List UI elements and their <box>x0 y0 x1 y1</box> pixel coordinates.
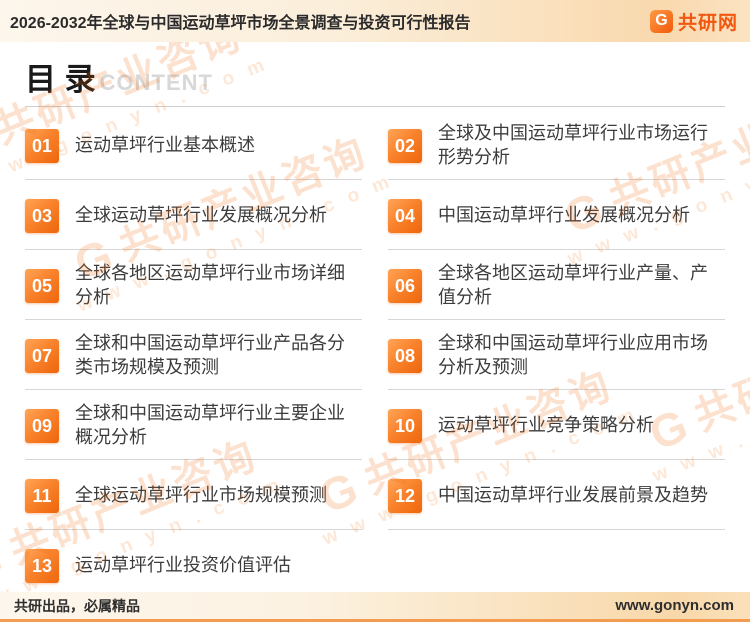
toc-item-number: 13 <box>25 549 59 583</box>
toc-item[interactable]: 11 全球运动草坪行业市场规模预测 <box>25 467 362 537</box>
report-title: 2026-2032年全球与中国运动草坪市场全景调查与投资可行性报告 <box>10 9 471 33</box>
toc-item-divider <box>388 249 725 250</box>
toc-item[interactable]: 04 中国运动草坪行业发展概况分析 <box>388 187 725 257</box>
toc-item-divider <box>25 249 362 250</box>
heading-divider <box>25 106 725 107</box>
toc-item-number: 08 <box>388 339 422 373</box>
toc-item-number: 04 <box>388 199 422 233</box>
toc-item-label: 全球运动草坪行业发展概况分析 <box>75 204 327 228</box>
toc-item-number: 11 <box>25 479 59 513</box>
toc-item-number: 06 <box>388 269 422 303</box>
toc-item-label: 中国运动草坪行业发展前景及趋势 <box>438 484 708 508</box>
toc-subtitle: CONTENT <box>100 70 213 96</box>
toc-item-divider <box>388 389 725 390</box>
toc-heading: 目 录 CONTENT <box>25 54 725 99</box>
toc-grid: 01 运动草坪行业基本概述 02 全球及中国运动草坪行业市场运行形势分析 03 … <box>25 117 725 607</box>
toc-item-divider <box>388 319 725 320</box>
toc-item-divider <box>25 529 362 530</box>
toc-item-divider <box>25 179 362 180</box>
brand-logo[interactable]: G 共研网 <box>650 8 738 35</box>
toc-item[interactable]: 02 全球及中国运动草坪行业市场运行形势分析 <box>388 117 725 187</box>
toc-item-number: 12 <box>388 479 422 513</box>
toc-item-number: 02 <box>388 129 422 163</box>
main-content: 目 录 CONTENT 01 运动草坪行业基本概述 02 全球及中国运动草坪行业… <box>0 42 750 607</box>
toc-item[interactable]: 05 全球各地区运动草坪行业市场详细分析 <box>25 257 362 327</box>
toc-item[interactable]: 01 运动草坪行业基本概述 <box>25 117 362 187</box>
toc-item-divider <box>388 179 725 180</box>
toc-item-number: 10 <box>388 409 422 443</box>
toc-item-label: 全球运动草坪行业市场规模预测 <box>75 484 327 508</box>
toc-item-label: 运动草坪行业竞争策略分析 <box>438 414 654 438</box>
toc-item[interactable]: 03 全球运动草坪行业发展概况分析 <box>25 187 362 257</box>
toc-item-number: 05 <box>25 269 59 303</box>
toc-item-label: 全球和中国运动草坪行业产品各分类市场规模及预测 <box>75 332 362 380</box>
toc-item-label: 运动草坪行业基本概述 <box>75 134 255 158</box>
footer-url[interactable]: www.gonyn.com <box>615 597 734 614</box>
toc-item-label: 全球和中国运动草坪行业应用市场分析及预测 <box>438 332 725 380</box>
toc-item-label: 全球及中国运动草坪行业市场运行形势分析 <box>438 122 725 170</box>
toc-item-label: 全球和中国运动草坪行业主要企业概况分析 <box>75 402 362 450</box>
toc-item[interactable]: 12 中国运动草坪行业发展前景及趋势 <box>388 467 725 537</box>
toc-item-label: 全球各地区运动草坪行业产量、产值分析 <box>438 262 725 310</box>
toc-item-number: 03 <box>25 199 59 233</box>
toc-item[interactable]: 07 全球和中国运动草坪行业产品各分类市场规模及预测 <box>25 327 362 397</box>
toc-item-divider <box>25 389 362 390</box>
header-bar: 2026-2032年全球与中国运动草坪市场全景调查与投资可行性报告 G 共研网 <box>0 0 750 42</box>
footer-bar: 共研出品，必属精品 www.gonyn.com <box>0 592 750 622</box>
footer-slogan: 共研出品，必属精品 <box>14 596 140 616</box>
toc-item-label: 中国运动草坪行业发展概况分析 <box>438 204 690 228</box>
brand-logo-label: 共研网 <box>678 8 738 35</box>
toc-item-divider <box>388 529 725 530</box>
toc-title: 目 录 <box>25 54 96 99</box>
toc-item-number: 01 <box>25 129 59 163</box>
toc-item-divider <box>388 459 725 460</box>
toc-item[interactable]: 10 运动草坪行业竞争策略分析 <box>388 397 725 467</box>
toc-item-divider <box>25 459 362 460</box>
toc-item[interactable]: 09 全球和中国运动草坪行业主要企业概况分析 <box>25 397 362 467</box>
toc-item-divider <box>25 319 362 320</box>
toc-item-label: 运动草坪行业投资价值评估 <box>75 554 291 578</box>
toc-item-label: 全球各地区运动草坪行业市场详细分析 <box>75 262 362 310</box>
brand-g-icon: G <box>650 10 673 33</box>
toc-item-number: 09 <box>25 409 59 443</box>
toc-item[interactable]: 08 全球和中国运动草坪行业应用市场分析及预测 <box>388 327 725 397</box>
toc-item-number: 07 <box>25 339 59 373</box>
toc-item[interactable]: 06 全球各地区运动草坪行业产量、产值分析 <box>388 257 725 327</box>
